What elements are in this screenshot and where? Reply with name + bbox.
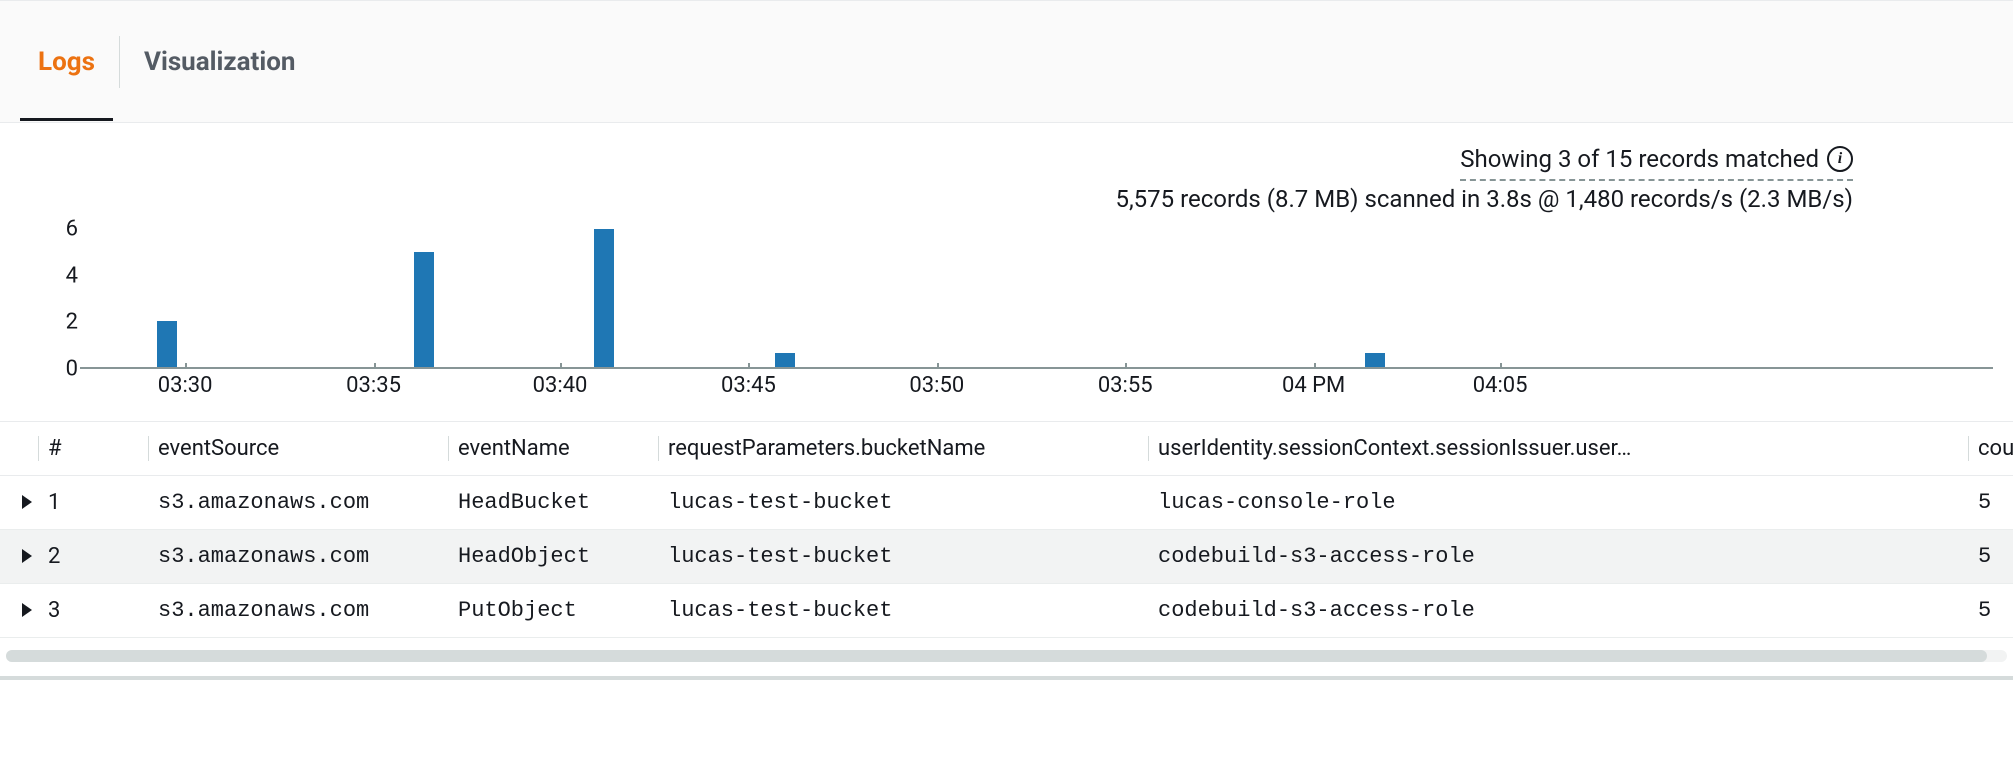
col-eventsource[interactable]: eventSource — [150, 424, 450, 473]
bottom-divider — [0, 676, 2013, 680]
cell-count: 5 — [1970, 478, 1999, 527]
tab-divider — [119, 36, 120, 88]
cell-count: 5 — [1970, 532, 1999, 581]
cell-index: 1 — [40, 478, 150, 527]
table-row[interactable]: 3s3.amazonaws.comPutObjectlucas-test-buc… — [0, 584, 2013, 638]
col-count[interactable]: count — [1970, 424, 2013, 473]
tab-visualization[interactable]: Visualization — [126, 33, 314, 91]
cell-index: 2 — [40, 532, 150, 581]
expand-toggle[interactable] — [0, 586, 40, 635]
cell-bucketname: lucas-test-bucket — [660, 532, 1150, 581]
y-tick: 2 — [66, 310, 78, 335]
cell-eventsource: s3.amazonaws.com — [150, 586, 450, 635]
col-index[interactable]: # — [40, 424, 150, 473]
cell-eventsource: s3.amazonaws.com — [150, 478, 450, 527]
cell-bucketname: lucas-test-bucket — [660, 478, 1150, 527]
y-tick: 4 — [66, 263, 78, 288]
expand-toggle[interactable] — [0, 478, 40, 527]
summary-scan-line: 5,575 records (8.7 MB) scanned in 3.8s @… — [0, 181, 1853, 217]
cell-bucketname: lucas-test-bucket — [660, 586, 1150, 635]
summary-match-line: Showing 3 of 15 records matched i — [1460, 141, 1853, 181]
cell-username: codebuild-s3-access-role — [1150, 532, 1970, 581]
caret-right-icon — [22, 603, 32, 617]
logs-insights-panel: Logs Visualization Showing 3 of 15 recor… — [0, 0, 2013, 762]
caret-right-icon — [22, 495, 32, 509]
cell-count: 5 — [1970, 586, 1999, 635]
results-table: # eventSource eventName requestParameter… — [0, 421, 2013, 638]
scrollbar-thumb[interactable] — [6, 650, 1987, 662]
col-eventname[interactable]: eventName — [450, 424, 660, 473]
y-tick: 6 — [66, 217, 78, 242]
summary-match-text: Showing 3 of 15 records matched — [1460, 141, 1819, 177]
caret-right-icon — [22, 549, 32, 563]
cell-username: codebuild-s3-access-role — [1150, 586, 1970, 635]
col-username[interactable]: userIdentity.sessionContext.sessionIssue… — [1150, 424, 1970, 473]
table-row[interactable]: 1s3.amazonaws.comHeadBucketlucas-test-bu… — [0, 476, 2013, 530]
cell-eventsource: s3.amazonaws.com — [150, 532, 450, 581]
y-tick: 0 — [66, 357, 78, 382]
cell-index: 3 — [40, 586, 150, 635]
results-tabs: Logs Visualization — [0, 1, 2013, 123]
histogram-chart: 0246 03:3003:3503:4003:4503:5003:5504 PM… — [20, 229, 1993, 399]
cell-eventname: HeadObject — [450, 532, 660, 581]
info-icon[interactable]: i — [1827, 146, 1853, 172]
cell-username: lucas-console-role — [1150, 478, 1970, 527]
col-expand — [0, 437, 40, 461]
histogram-y-axis: 0246 — [20, 229, 90, 369]
horizontal-scrollbar[interactable] — [6, 650, 2007, 662]
expand-toggle[interactable] — [0, 532, 40, 581]
tab-logs[interactable]: Logs — [20, 33, 113, 91]
cell-eventname: HeadBucket — [450, 478, 660, 527]
cell-eventname: PutObject — [450, 586, 660, 635]
results-summary: Showing 3 of 15 records matched i 5,575 … — [0, 123, 2013, 221]
table-row[interactable]: 2s3.amazonaws.comHeadObjectlucas-test-bu… — [0, 530, 2013, 584]
table-header-row: # eventSource eventName requestParameter… — [0, 422, 2013, 476]
col-bucketname[interactable]: requestParameters.bucketName — [660, 424, 1150, 473]
